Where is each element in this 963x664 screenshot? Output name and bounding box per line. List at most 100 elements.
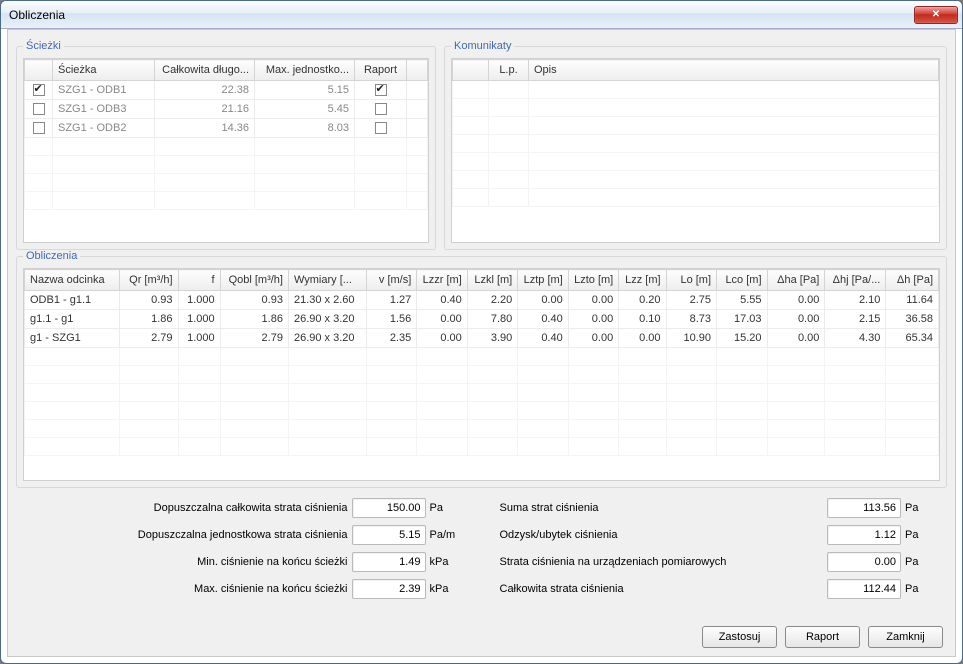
table-row[interactable]: g1 - SZG12.791.0002.7926.90 x 3.202.350.… — [25, 329, 939, 348]
col-raport[interactable]: Raport — [355, 60, 407, 81]
cell-lo: 10.90 — [666, 329, 716, 348]
messages-grid[interactable]: L.p. Opis — [451, 58, 940, 243]
col-lzkl[interactable]: Lzkl [m] — [467, 270, 517, 291]
summary-value[interactable]: 113.56 — [827, 498, 901, 518]
summary-unit: Pa — [905, 529, 939, 541]
col-dlugosc[interactable]: Całkowita długo... — [155, 60, 255, 81]
col-lco[interactable]: Lco [m] — [717, 270, 767, 291]
col-select[interactable] — [25, 60, 53, 81]
summary-value[interactable]: 1.49 — [352, 552, 426, 572]
cell-f: 1.000 — [178, 329, 220, 348]
summary-value[interactable]: 112.44 — [827, 579, 901, 599]
col-lztp[interactable]: Lztp [m] — [518, 270, 568, 291]
messages-legend: Komunikaty — [451, 40, 514, 52]
apply-button[interactable]: Zastosuj — [702, 626, 777, 648]
cell-dha: 0.00 — [767, 291, 825, 310]
summary-label: Odzysk/ubytek ciśnienia — [500, 529, 824, 541]
table-row[interactable]: SZG1 - ODB122.385.15 — [25, 81, 428, 100]
close-button[interactable]: Zamknij — [868, 626, 943, 648]
checkbox-icon[interactable] — [375, 84, 387, 96]
col-sciezka[interactable]: Ścieżka — [53, 60, 155, 81]
col-lo[interactable]: Lo [m] — [666, 270, 716, 291]
calc-group: Obliczenia Nazwa odcinkaQr [m³/h]fQobl [… — [16, 250, 947, 488]
cell-lzkl: 2.20 — [467, 291, 517, 310]
cell-qr: 0.93 — [119, 291, 178, 310]
checkbox-icon[interactable] — [33, 103, 45, 115]
cell-lzz: 0.00 — [619, 329, 666, 348]
cell-lo: 8.73 — [666, 310, 716, 329]
path-name: SZG1 - ODB2 — [53, 119, 155, 138]
summary-unit: kPa — [430, 583, 464, 595]
cell-v: 2.35 — [366, 329, 416, 348]
col-lp[interactable]: L.p. — [489, 60, 529, 81]
col-nazwa[interactable]: Nazwa odcinka — [25, 270, 120, 291]
col-opis[interactable]: Opis — [529, 60, 939, 81]
checkbox-icon[interactable] — [375, 103, 387, 115]
cell-qr: 2.79 — [119, 329, 178, 348]
col-lzz[interactable]: Lzz [m] — [619, 270, 666, 291]
col-qr[interactable]: Qr [m³/h] — [119, 270, 178, 291]
dialog-window: Obliczenia ✕ Ścieżki Ścieżka Całkowita d… — [0, 0, 963, 664]
summary-label: Całkowita strata ciśnienia — [500, 583, 824, 595]
summary-row: Dopuszczalna jednostkowa strata ciśnieni… — [24, 525, 464, 545]
table-row[interactable]: SZG1 - ODB214.368.03 — [25, 119, 428, 138]
calc-grid[interactable]: Nazwa odcinkaQr [m³/h]fQobl [m³/h]Wymiar… — [23, 268, 940, 481]
cell-lzkl: 7.80 — [467, 310, 517, 329]
client-area: Ścieżki Ścieżka Całkowita długo... Max. … — [7, 29, 956, 657]
button-bar: Zastosuj Raport Zamknij — [702, 626, 943, 648]
cell-lzzr: 0.40 — [417, 291, 467, 310]
summary-value[interactable]: 2.39 — [352, 579, 426, 599]
summary-value[interactable]: 0.00 — [827, 552, 901, 572]
cell-dh: 11.64 — [886, 291, 939, 310]
close-icon[interactable]: ✕ — [914, 6, 958, 24]
summary-value[interactable]: 150.00 — [352, 498, 426, 518]
path-max: 5.45 — [255, 100, 355, 119]
col-max[interactable]: Max. jednostko... — [255, 60, 355, 81]
summary-unit: Pa/m — [430, 529, 464, 541]
cell-nazwa: ODB1 - g1.1 — [25, 291, 120, 310]
summary-value[interactable]: 5.15 — [352, 525, 426, 545]
col-f[interactable]: f — [178, 270, 220, 291]
paths-grid[interactable]: Ścieżka Całkowita długo... Max. jednostk… — [23, 58, 429, 243]
report-button[interactable]: Raport — [785, 626, 860, 648]
cell-lztp: 0.40 — [518, 310, 568, 329]
col-v[interactable]: v [m/s] — [366, 270, 416, 291]
cell-lzto: 0.00 — [568, 329, 618, 348]
summary-row: Strata ciśnienia na urządzeniach pomiaro… — [500, 552, 940, 572]
path-name: SZG1 - ODB3 — [53, 100, 155, 119]
cell-lo: 2.75 — [666, 291, 716, 310]
cell-v: 1.56 — [366, 310, 416, 329]
summary-unit: kPa — [430, 556, 464, 568]
col-dhj[interactable]: Δhj [Pa/... — [825, 270, 886, 291]
cell-qobl: 1.86 — [220, 310, 288, 329]
col-msg-blank[interactable] — [453, 60, 489, 81]
summary-value[interactable]: 1.12 — [827, 525, 901, 545]
checkbox-icon[interactable] — [33, 84, 45, 96]
col-dha[interactable]: Δha [Pa] — [767, 270, 825, 291]
cell-dhj: 2.10 — [825, 291, 886, 310]
table-row[interactable]: ODB1 - g1.10.931.0000.9321.30 x 2.601.27… — [25, 291, 939, 310]
col-lzzr[interactable]: Lzzr [m] — [417, 270, 467, 291]
window-title: Obliczenia — [9, 8, 65, 22]
cell-qobl: 0.93 — [220, 291, 288, 310]
checkbox-icon[interactable] — [33, 122, 45, 134]
titlebar[interactable]: Obliczenia ✕ — [1, 1, 962, 29]
cell-lzto: 0.00 — [568, 310, 618, 329]
col-wymiary[interactable]: Wymiary [... — [288, 270, 366, 291]
col-dh[interactable]: Δh [Pa] — [886, 270, 939, 291]
checkbox-icon[interactable] — [375, 122, 387, 134]
summary-label: Dopuszczalna całkowita strata ciśnienia — [24, 502, 348, 514]
col-lzto[interactable]: Lzto [m] — [568, 270, 618, 291]
col-qobl[interactable]: Qobl [m³/h] — [220, 270, 288, 291]
paths-legend: Ścieżki — [23, 40, 64, 52]
table-row[interactable]: SZG1 - ODB321.165.45 — [25, 100, 428, 119]
cell-lco: 17.03 — [717, 310, 767, 329]
path-max: 5.15 — [255, 81, 355, 100]
summary-unit: Pa — [905, 502, 939, 514]
cell-f: 1.000 — [178, 291, 220, 310]
cell-lzzr: 0.00 — [417, 329, 467, 348]
calc-legend: Obliczenia — [23, 250, 80, 262]
path-max: 8.03 — [255, 119, 355, 138]
table-row[interactable]: g1.1 - g11.861.0001.8626.90 x 3.201.560.… — [25, 310, 939, 329]
summary-unit: Pa — [430, 502, 464, 514]
